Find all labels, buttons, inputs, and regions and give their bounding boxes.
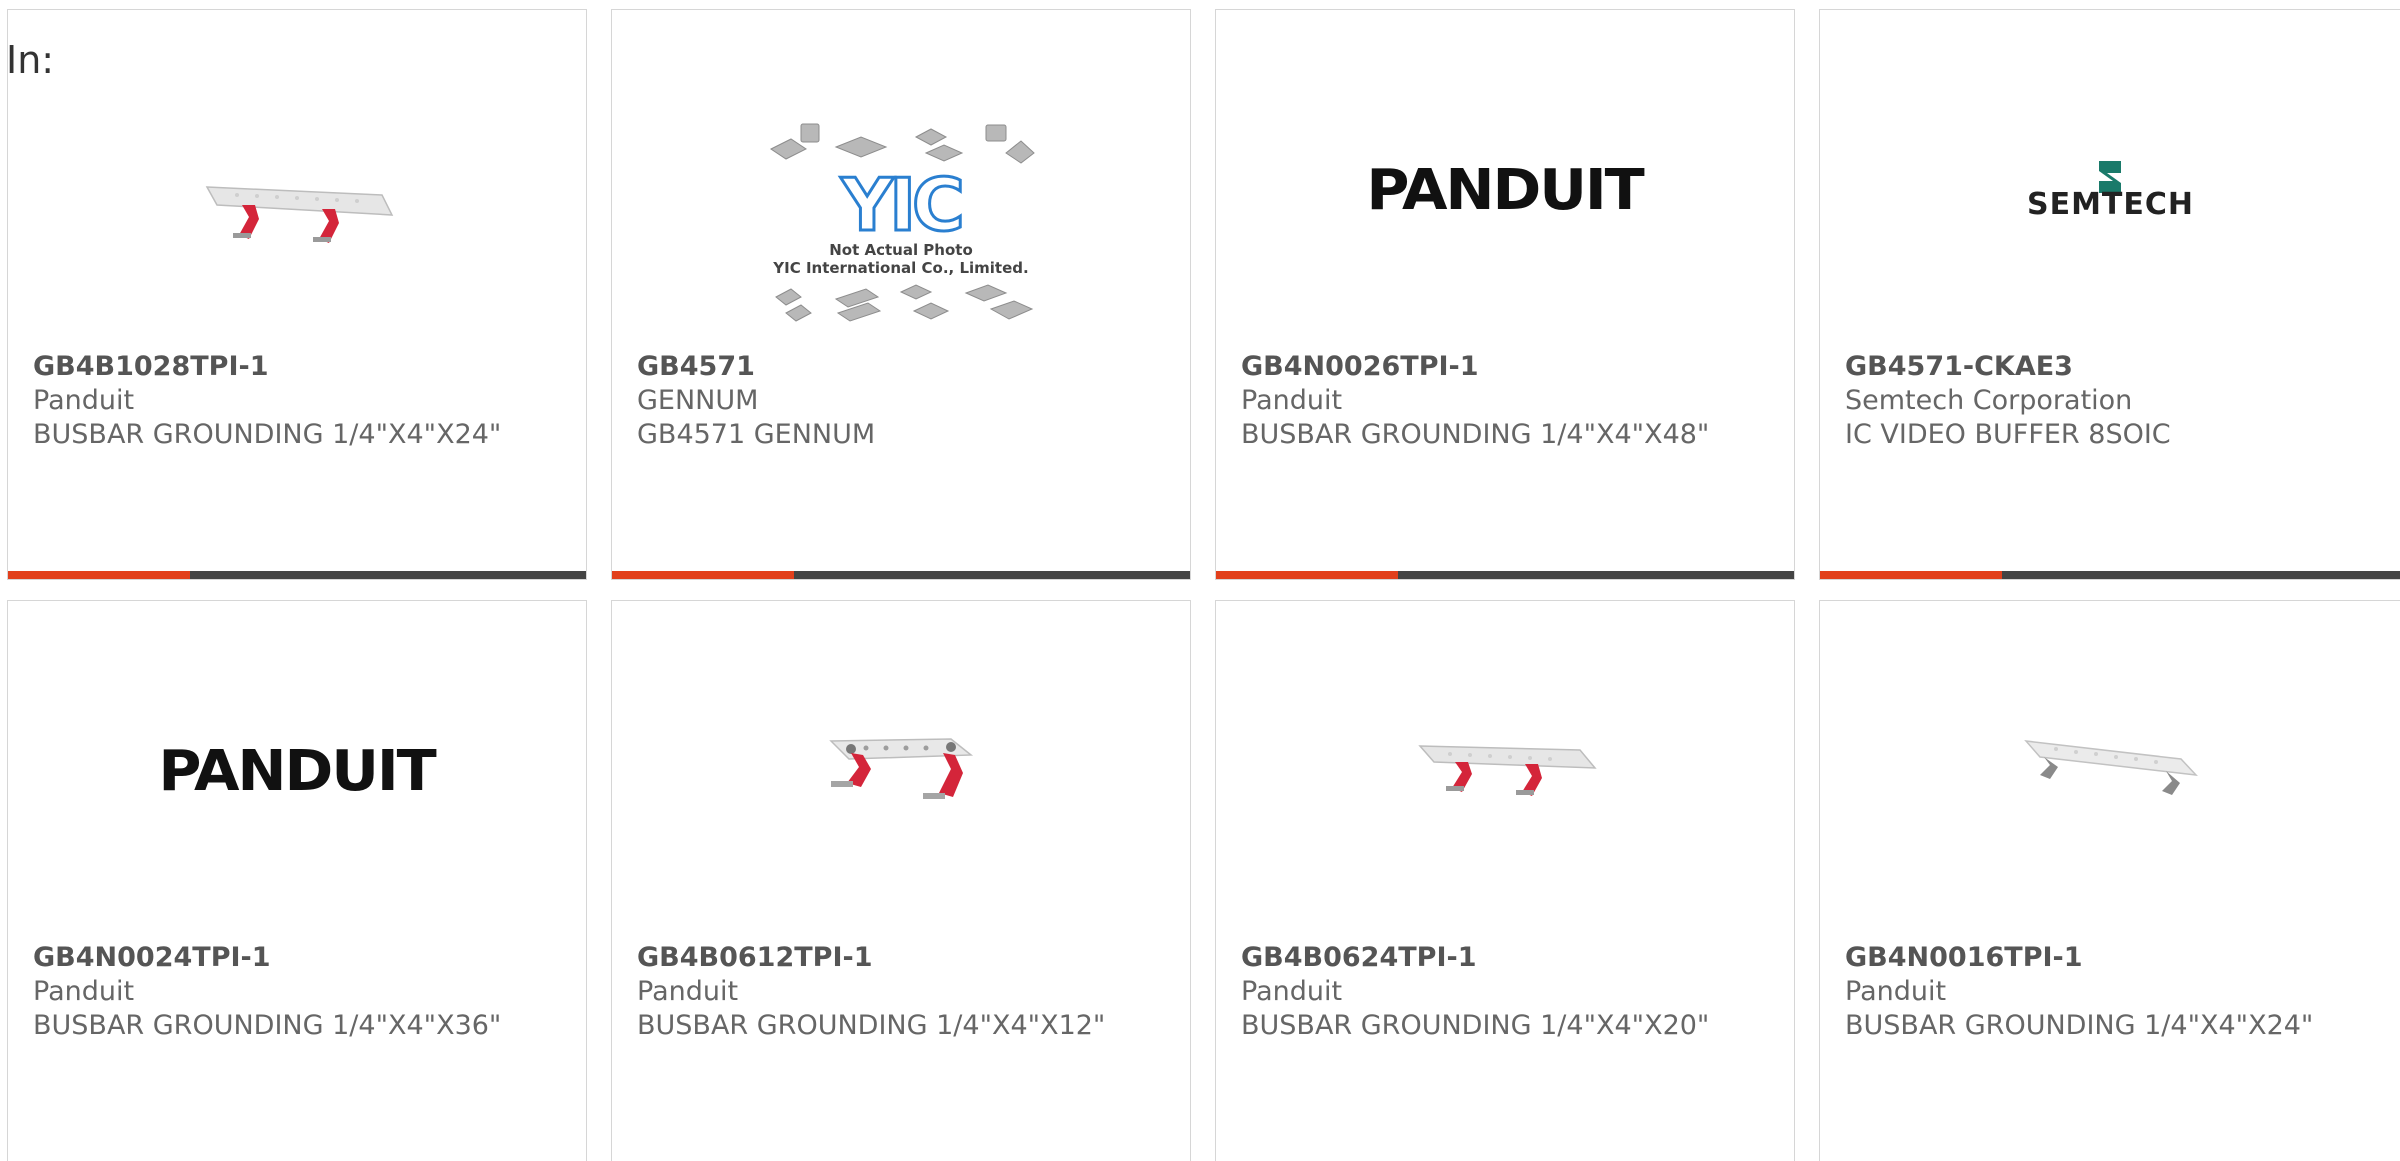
card-bar [1216, 571, 1794, 579]
manufacturer: Panduit [1241, 385, 1343, 416]
product-info: GB4B0624TPI-1 Panduit BUSBAR GROUNDING 1… [1241, 941, 1774, 1043]
part-number[interactable]: GB4N0026TPI-1 [1241, 350, 1774, 384]
card-bar-accent [8, 571, 190, 579]
product-info: GB4B0612TPI-1 Panduit BUSBAR GROUNDING 1… [637, 941, 1170, 1043]
description: BUSBAR GROUNDING 1/4"X4"X24" [33, 419, 502, 450]
description: BUSBAR GROUNDING 1/4"X4"X20" [1241, 1010, 1710, 1041]
part-number[interactable]: GB4B0624TPI-1 [1241, 941, 1774, 975]
semtech-logo[interactable]: SEMTECH [1820, 70, 2400, 310]
part-number[interactable]: GB4571-CKAE3 [1845, 350, 2381, 384]
product-grid-page: In: GB4B1028TPI-1 Panduit BUSBAR GROUNDI… [0, 0, 2400, 1161]
description: BUSBAR GROUNDING 1/4"X4"X24" [1845, 1010, 2314, 1041]
description: IC VIDEO BUFFER 8SOIC [1845, 419, 2171, 450]
busbar-image[interactable] [1820, 651, 2400, 891]
manufacturer: Panduit [637, 976, 739, 1007]
manufacturer: Panduit [1845, 976, 1947, 1007]
description: BUSBAR GROUNDING 1/4"X4"X12" [637, 1010, 1106, 1041]
part-number[interactable]: GB4B1028TPI-1 [33, 350, 566, 384]
manufacturer: Panduit [33, 385, 135, 416]
product-card[interactable]: GB4B0624TPI-1 Panduit BUSBAR GROUNDING 1… [1215, 600, 1795, 1161]
manufacturer: Semtech Corporation [1845, 385, 2133, 416]
description: BUSBAR GROUNDING 1/4"X4"X36" [33, 1010, 502, 1041]
card-bar [8, 571, 586, 579]
yic-placeholder-image[interactable]: YIC Not Actual Photo YIC International C… [612, 98, 1190, 348]
card-bar-accent [1216, 571, 1398, 579]
product-card[interactable]: PANDUIT GB4N0026TPI-1 Panduit BUSBAR GRO… [1215, 9, 1795, 580]
product-card[interactable]: YIC Not Actual Photo YIC International C… [611, 9, 1191, 580]
panduit-logo[interactable]: PANDUIT [1216, 70, 1794, 310]
not-actual-photo-label: Not Actual Photo [829, 241, 973, 259]
description: GB4571 GENNUM [637, 419, 876, 450]
card-bar [612, 571, 1190, 579]
yic-company-label: YIC International Co., Limited. [773, 259, 1029, 277]
busbar-image[interactable] [1216, 651, 1794, 891]
product-info: GB4571 GENNUM GB4571 GENNUM [637, 350, 1170, 452]
busbar-image[interactable] [8, 80, 586, 350]
manufacturer: Panduit [33, 976, 135, 1007]
product-info: GB4571-CKAE3 Semtech Corporation IC VIDE… [1845, 350, 2381, 452]
product-card[interactable]: SEMTECH GB4571-CKAE3 Semtech Corporation… [1819, 9, 2400, 580]
chip-icons-top [770, 123, 1035, 164]
part-number[interactable]: GB4B0612TPI-1 [637, 941, 1170, 975]
manufacturer: Panduit [1241, 976, 1343, 1007]
product-card[interactable]: GB4B0612TPI-1 Panduit BUSBAR GROUNDING 1… [611, 600, 1191, 1161]
panduit-logo[interactable]: PANDUIT [8, 651, 586, 891]
yic-logo: YIC [840, 163, 967, 247]
part-number[interactable]: GB4571 [637, 350, 1170, 384]
semtech-logo-text: SEMTECH [2026, 186, 2195, 222]
product-card[interactable]: GB4B1028TPI-1 Panduit BUSBAR GROUNDING 1… [7, 9, 587, 580]
chip-icons-bottom [775, 284, 1034, 322]
manufacturer: GENNUM [637, 385, 759, 416]
product-card[interactable]: PANDUIT GB4N0024TPI-1 Panduit BUSBAR GRO… [7, 600, 587, 1161]
filter-in-label: In: [6, 38, 55, 82]
busbar-image[interactable] [612, 651, 1190, 891]
part-number[interactable]: GB4N0024TPI-1 [33, 941, 566, 975]
product-card[interactable]: GB4N0016TPI-1 Panduit BUSBAR GROUNDING 1… [1819, 600, 2400, 1161]
product-info: GB4N0026TPI-1 Panduit BUSBAR GROUNDING 1… [1241, 350, 1774, 452]
part-number[interactable]: GB4N0016TPI-1 [1845, 941, 2381, 975]
card-bar [1820, 571, 2400, 579]
panduit-logo-text: PANDUIT [1366, 157, 1645, 223]
card-bar-accent [612, 571, 794, 579]
panduit-logo-text: PANDUIT [158, 738, 437, 804]
card-bar-accent [1820, 571, 2002, 579]
product-info: GB4N0024TPI-1 Panduit BUSBAR GROUNDING 1… [33, 941, 566, 1043]
description: BUSBAR GROUNDING 1/4"X4"X48" [1241, 419, 1710, 450]
product-info: GB4B1028TPI-1 Panduit BUSBAR GROUNDING 1… [33, 350, 566, 452]
product-info: GB4N0016TPI-1 Panduit BUSBAR GROUNDING 1… [1845, 941, 2381, 1043]
